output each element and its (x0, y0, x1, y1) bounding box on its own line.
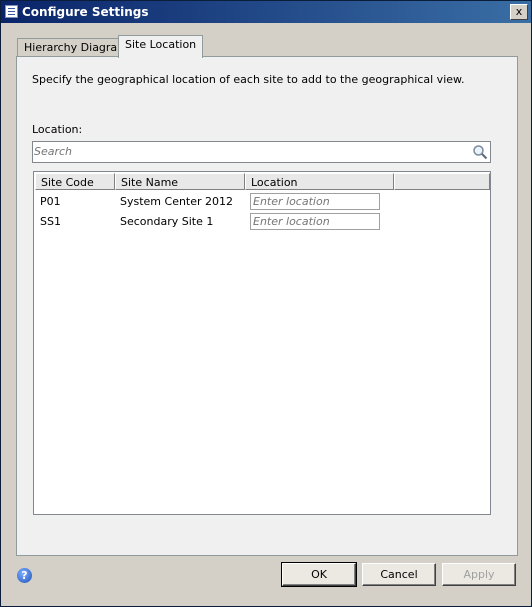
site-code-cell: SS1 (40, 215, 61, 228)
panel-description: Specify the geographical location of eac… (32, 73, 465, 86)
title-bar[interactable]: Configure Settings x (1, 1, 531, 23)
close-icon: x (515, 5, 523, 18)
help-icon[interactable]: ? (17, 568, 32, 583)
window-title: Configure Settings (22, 5, 149, 19)
settings-window-icon (5, 5, 18, 18)
table-row[interactable]: P01 System Center 2012... (35, 192, 491, 212)
site-code-cell: P01 (40, 195, 61, 208)
table-row[interactable]: SS1 Secondary Site 1 (35, 212, 491, 232)
cancel-button[interactable]: Cancel (362, 563, 436, 586)
location-input[interactable] (250, 193, 380, 210)
search-box (32, 141, 491, 163)
apply-button[interactable]: Apply (442, 563, 516, 586)
column-site-name[interactable]: Site Name (115, 173, 245, 190)
site-location-panel: Specify the geographical location of eac… (16, 56, 518, 556)
site-grid: Site Code Site Name Location P01 System … (33, 171, 491, 515)
ok-button[interactable]: OK (281, 562, 357, 587)
location-label: Location: (32, 123, 83, 136)
column-filler (394, 173, 490, 190)
search-input[interactable] (34, 143, 464, 159)
grid-header: Site Code Site Name Location (35, 173, 490, 192)
search-icon[interactable] (472, 144, 488, 160)
close-button[interactable]: x (510, 4, 528, 20)
location-input[interactable] (250, 213, 380, 230)
site-name-cell: Secondary Site 1 (120, 215, 214, 228)
site-name-cell: System Center 2012... (120, 195, 232, 208)
column-location[interactable]: Location (245, 173, 394, 190)
configure-settings-dialog: Configure Settings x Hierarchy Diagram S… (0, 0, 532, 607)
tab-site-location[interactable]: Site Location (118, 35, 204, 58)
column-site-code[interactable]: Site Code (35, 173, 115, 190)
